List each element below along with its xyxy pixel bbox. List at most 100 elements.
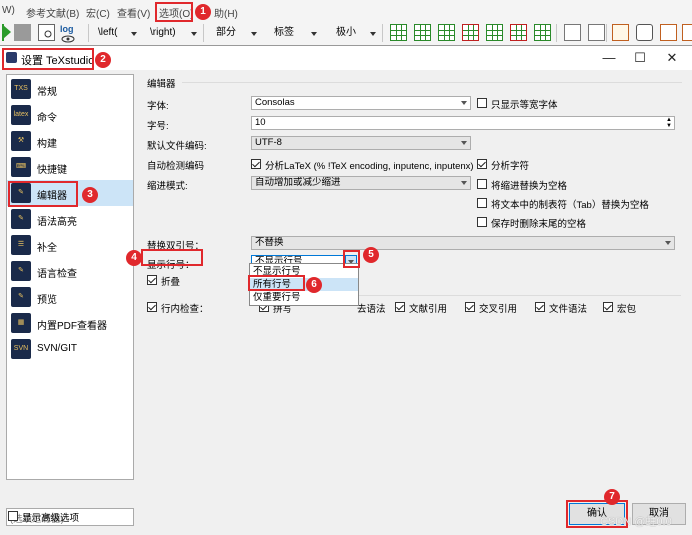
menu-item-bibliography[interactable]: 参考文献(B) [26, 5, 79, 20]
quotes-value: 不替换 [255, 237, 284, 248]
comment-icon[interactable] [612, 24, 629, 41]
stop-icon[interactable] [14, 24, 31, 41]
size-label: 字号: [147, 121, 169, 132]
font-value: Consolas [255, 97, 295, 108]
section-combo[interactable]: 部分 [216, 25, 236, 41]
inline-grammar-label: 去语法 [357, 304, 386, 315]
table-merge-icon[interactable] [534, 24, 551, 41]
sidebar-item-language-check[interactable]: ✎ 语言检查 [7, 258, 133, 284]
table-delete-column-icon[interactable] [510, 24, 527, 41]
sidebar-item-label: 预览 [37, 295, 57, 306]
mono-only-label: 只显示等宽字体 [491, 100, 558, 111]
inline-check-label: 行内检查： [161, 304, 209, 315]
annotation-badge-1: 1 [195, 4, 211, 20]
indent-label: 缩进模式: [147, 181, 188, 192]
play-icon[interactable] [2, 24, 11, 41]
inline-file-syntax-checkbox[interactable] [535, 302, 545, 312]
inline-ref-label: 交叉引用 [479, 304, 518, 315]
toolbar: log \left( \right) 部分 标签 极小 [0, 22, 692, 46]
inline-ref-checkbox[interactable] [465, 302, 475, 312]
right-delimiter-combo[interactable]: \right) [150, 25, 176, 41]
size-spinbox[interactable]: 10 ▲ ▼ [251, 116, 675, 130]
linenumbers-option-important[interactable]: 仅重要行号 [250, 291, 358, 304]
font-select[interactable]: Consolas [251, 96, 471, 110]
close-icon[interactable]: ✕ [657, 46, 687, 70]
sidebar-item-label: 构建 [37, 139, 57, 150]
font-label: 字体: [147, 101, 169, 112]
indent-select[interactable]: 自动增加或减少缩进 [251, 176, 471, 190]
indent-spaces-checkbox[interactable] [477, 179, 487, 189]
table-align-icon[interactable] [486, 24, 503, 41]
chevron-down-icon[interactable] [191, 32, 197, 36]
label-combo[interactable]: 标签 [274, 25, 294, 41]
maximize-icon[interactable]: ☐ [625, 46, 655, 70]
chevron-down-icon[interactable] [251, 32, 257, 36]
document-icon[interactable] [564, 24, 581, 41]
inline-package-label: 宏包 [617, 304, 637, 315]
menu-item-help[interactable]: 助(H) [214, 5, 238, 20]
encoding-label: 默认文件编码: [147, 141, 207, 152]
encoding-select[interactable]: UTF-8 [251, 136, 471, 150]
sidebar-item-shortcuts[interactable]: ⌨ 快捷键 [7, 154, 133, 180]
watermark: CSDN @蛀0.0 [600, 516, 672, 528]
inline-bib-checkbox[interactable] [395, 302, 405, 312]
sidebar-item-label: 语言检查 [37, 269, 77, 280]
tab-replace-checkbox[interactable] [477, 198, 487, 208]
spin-arrows-icon[interactable]: ▲ ▼ [666, 117, 672, 129]
text-block-icon[interactable] [682, 24, 692, 41]
chevron-down-icon[interactable] [311, 32, 317, 36]
toolbar-separator [203, 24, 204, 42]
editor-settings-panel: 编辑器 字体: Consolas 只显示等宽字体 字号: 10 ▲ ▼ 默认文件编码… [137, 74, 686, 478]
tab-replace-label: 将文本中的制表符（Tab）替换为空格 [491, 200, 649, 211]
sidebar-item-svn-git[interactable]: SVN SVN/GIT [7, 336, 133, 362]
trailing-space-checkbox[interactable] [477, 217, 487, 227]
sidebar-item-label: SVN/GIT [37, 343, 78, 354]
minimize-icon[interactable]: — [594, 46, 624, 70]
left-delimiter-combo[interactable]: \left( [98, 25, 117, 41]
menu-item-macros[interactable]: 宏(C) [86, 5, 110, 20]
language-check-icon: ✎ [11, 261, 31, 281]
chevron-down-icon[interactable] [370, 32, 376, 36]
fold-checkbox[interactable] [147, 275, 157, 285]
menu-item-window[interactable]: W) [2, 5, 15, 16]
analyze-latex-checkbox[interactable] [251, 159, 261, 169]
annotation-box-options [155, 2, 193, 22]
encoding-value: UTF-8 [255, 137, 282, 148]
sidebar-item-syntax-highlighting[interactable]: ✎ 语法高亮 [7, 206, 133, 232]
sidebar-item-label: 命令 [37, 113, 57, 124]
completion-icon: ☰ [11, 235, 31, 255]
build-icon: ⚒ [11, 131, 31, 151]
sidebar-item-general[interactable]: TXS 常规 [7, 76, 133, 102]
view-pdf-icon[interactable] [38, 24, 55, 41]
inline-package-checkbox[interactable] [603, 302, 613, 312]
chevron-down-icon [461, 181, 467, 185]
annotation-badge-5: 5 [363, 247, 379, 263]
inline-check-checkbox[interactable] [147, 302, 157, 312]
mono-only-checkbox[interactable] [477, 98, 487, 108]
group-title: 编辑器 [147, 79, 176, 90]
quotes-select[interactable]: 不替换 [251, 236, 675, 250]
sidebar-item-label: 语法高亮 [37, 217, 77, 228]
chevron-down-icon[interactable] [131, 32, 137, 36]
size-combo[interactable]: 极小 [336, 25, 356, 41]
chevron-down-icon [461, 101, 467, 105]
analyze-chars-checkbox[interactable] [477, 159, 487, 169]
toolbar-separator [88, 24, 89, 42]
sidebar-item-preview[interactable]: ✎ 预览 [7, 284, 133, 310]
sidebar-item-commands[interactable]: latex 命令 [7, 102, 133, 128]
show-advanced-checkbox[interactable] [8, 511, 18, 521]
document-arrow-icon[interactable] [588, 24, 605, 41]
size-value: 10 [255, 117, 266, 128]
annotation-badge-6: 6 [306, 277, 322, 293]
sidebar-item-build[interactable]: ⚒ 构建 [7, 128, 133, 154]
table-delete-row-icon[interactable] [462, 24, 479, 41]
sidebar-item-label: 内置PDF查看器 [37, 321, 107, 332]
sidebar-item-pdf-viewer[interactable]: ▦ 内置PDF查看器 [7, 310, 133, 336]
speech-bubble-icon[interactable] [636, 24, 653, 41]
table-add-row-icon[interactable] [414, 24, 431, 41]
table-add-column-icon[interactable] [438, 24, 455, 41]
text-block-icon[interactable] [660, 24, 677, 41]
sidebar-item-completion[interactable]: ☰ 补全 [7, 232, 133, 258]
table-icon[interactable] [390, 24, 407, 41]
menu-item-view[interactable]: 查看(V) [117, 5, 150, 20]
